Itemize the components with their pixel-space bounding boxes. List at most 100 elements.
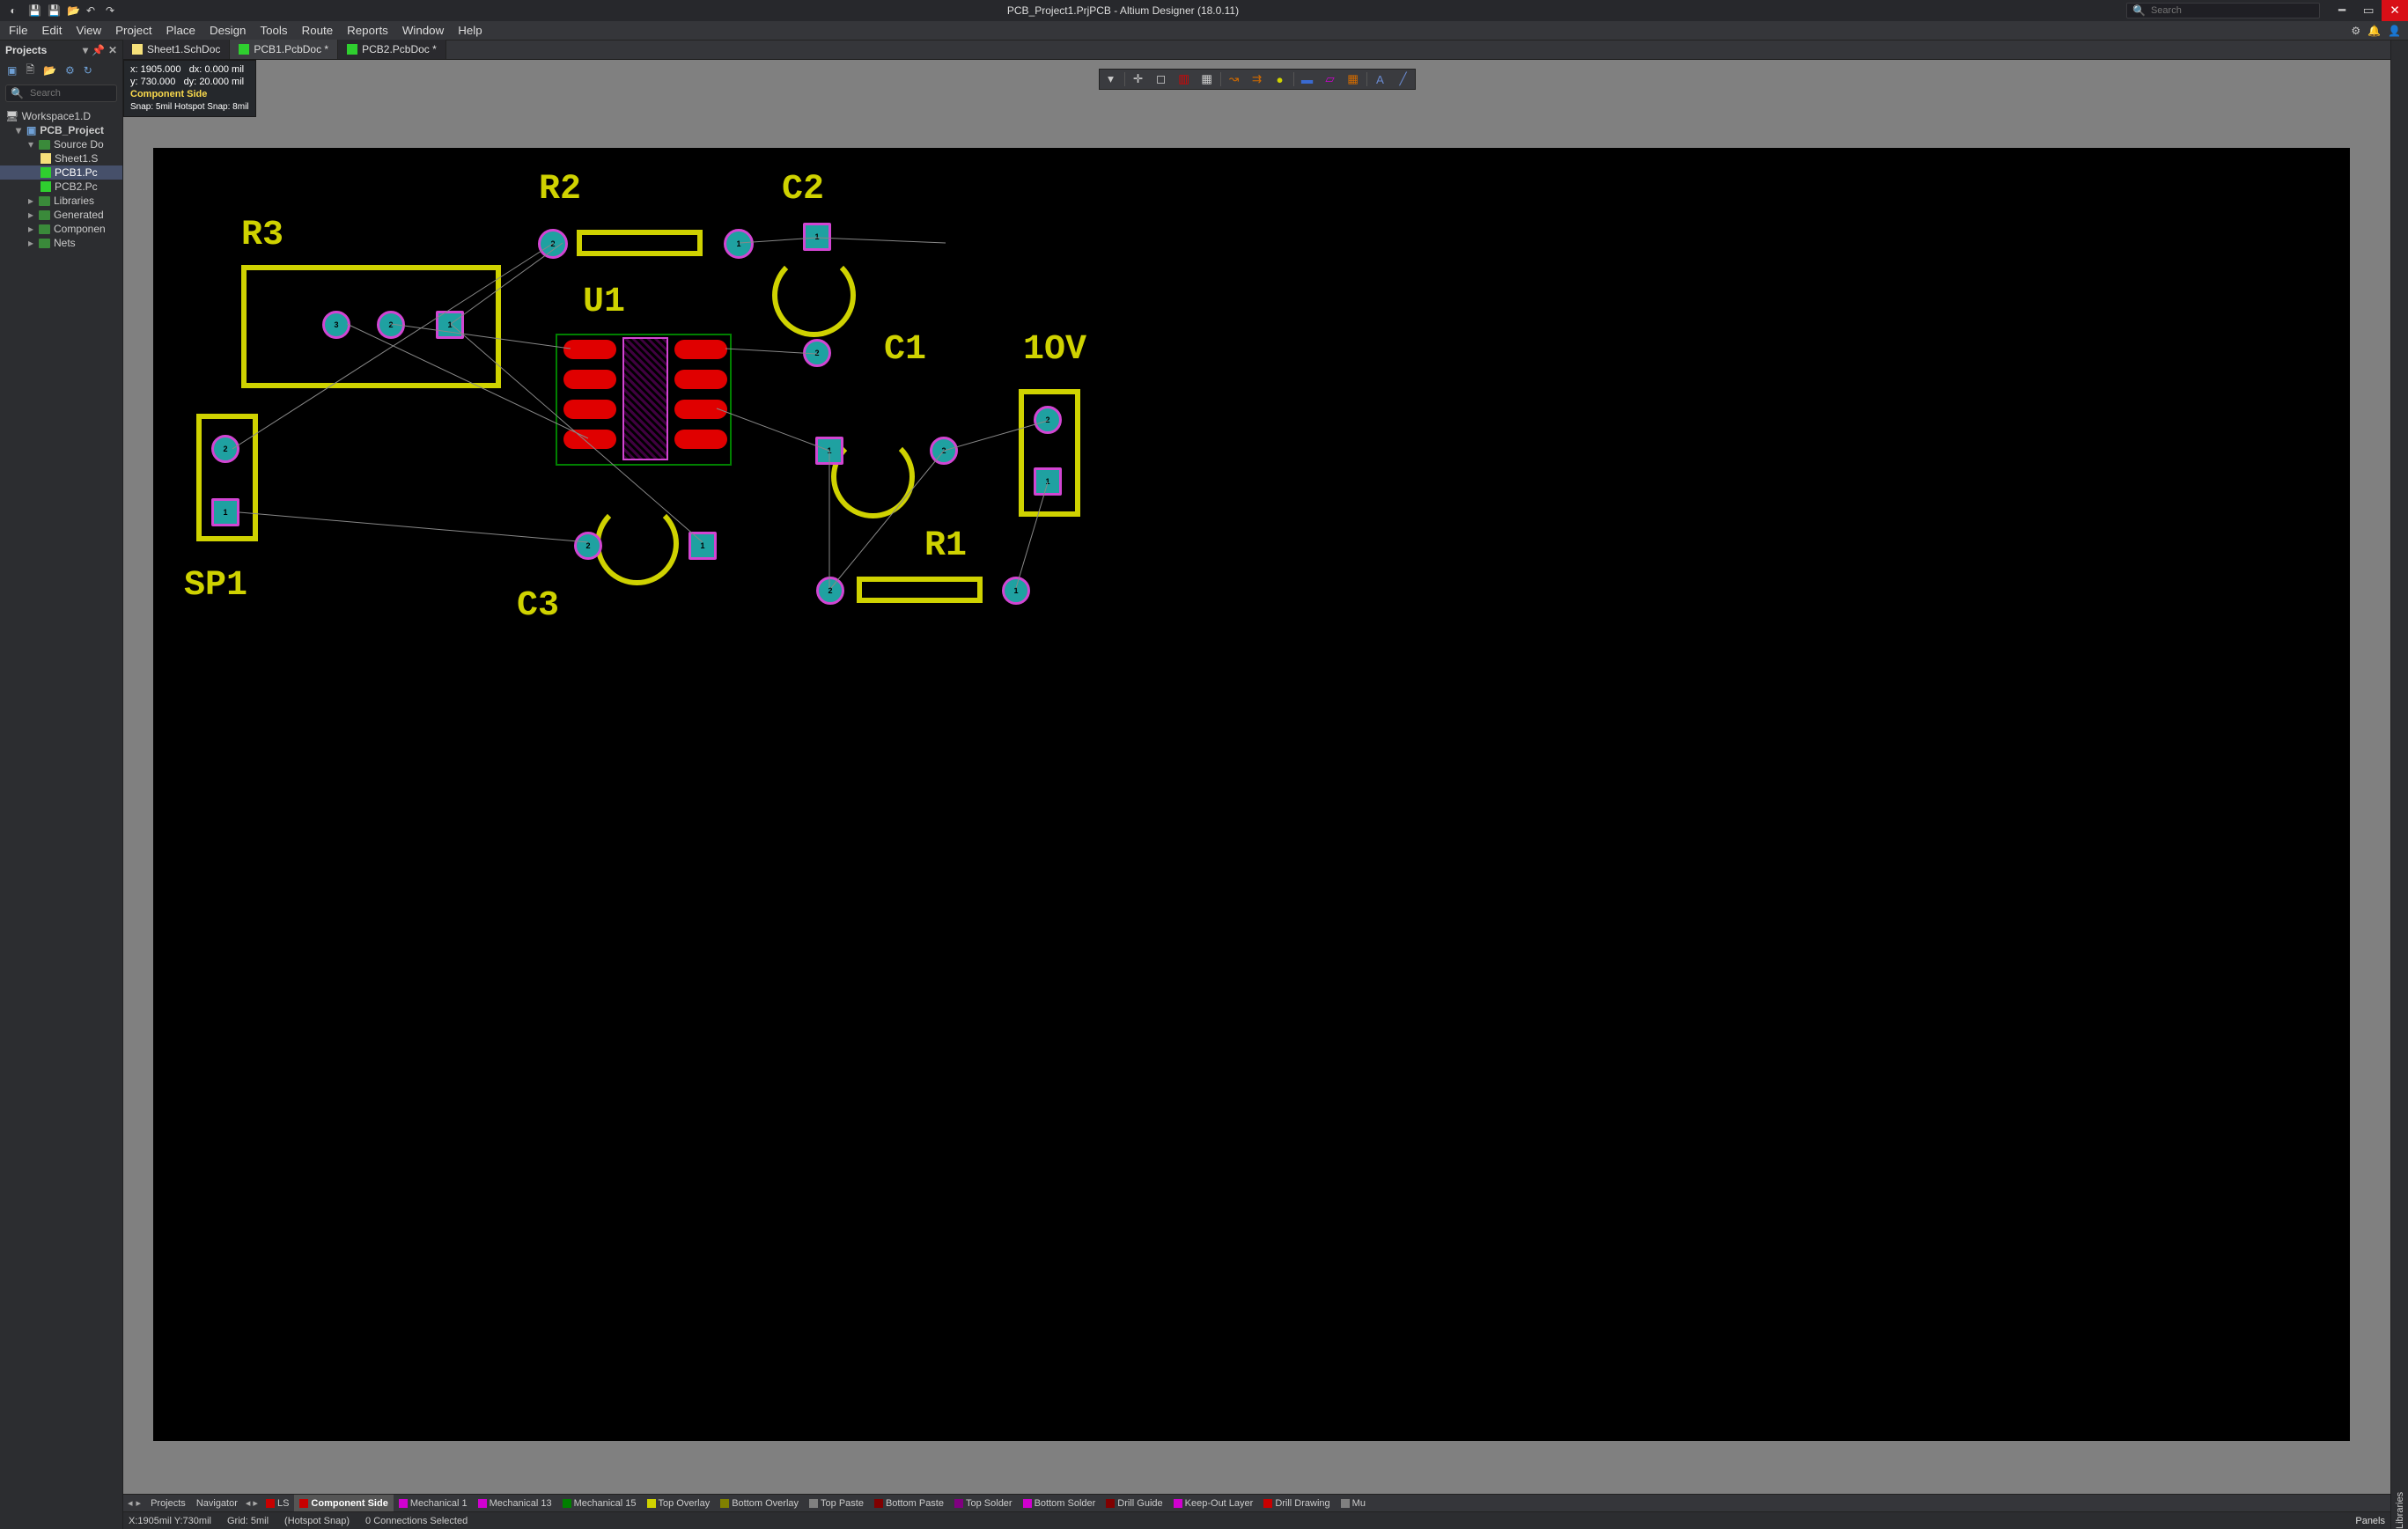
tree-file-pcb2-pc[interactable]: PCB2.Pc [0, 180, 122, 194]
titlebar-search[interactable]: 🔍 [2126, 3, 2320, 18]
tree-source-folder[interactable]: ▾ Source Do [0, 137, 122, 151]
tree-file-sheet1-s[interactable]: Sheet1.S [0, 151, 122, 165]
text-icon[interactable]: A [1369, 69, 1392, 90]
user-icon[interactable]: 👤 [2388, 25, 2401, 37]
maximize-button[interactable]: ▭ [2355, 0, 2382, 21]
settings-icon[interactable]: ⚙ [2351, 25, 2360, 37]
window-title: PCB_Project1.PrjPCB - Altium Designer (1… [123, 4, 2123, 17]
tree-file-pcb1-pc[interactable]: PCB1.Pc [0, 165, 122, 180]
layer-tab-bottom-overlay[interactable]: Bottom Overlay [715, 1495, 804, 1512]
fill-icon[interactable]: ▬ [1296, 69, 1319, 90]
layer-tab-drill-guide[interactable]: Drill Guide [1101, 1495, 1167, 1512]
document-tabstrip: Sheet1.SchDocPCB1.PcbDoc *PCB2.PcbDoc * [123, 40, 2390, 60]
component-icon[interactable]: ▦ [1196, 69, 1219, 90]
selection-icon[interactable]: ◻ [1150, 69, 1173, 90]
libraries-rail-label[interactable]: Libraries [2395, 44, 2405, 1529]
menu-place[interactable]: Place [159, 22, 203, 40]
open-proj-icon[interactable]: 📂 [43, 64, 56, 77]
minimize-button[interactable]: ━ [2329, 0, 2355, 21]
layer-tab-top-overlay[interactable]: Top Overlay [642, 1495, 716, 1512]
undo-button[interactable]: ↶ [81, 1, 100, 20]
pcb-file-icon [239, 44, 249, 55]
layer-tab-bottom-solder[interactable]: Bottom Solder [1018, 1495, 1101, 1512]
compile-icon[interactable]: ▣ [7, 64, 17, 77]
menu-file[interactable]: File [2, 22, 34, 40]
save-all-button[interactable]: 💾 [42, 1, 62, 20]
layer-tab-bottom-paste[interactable]: Bottom Paste [869, 1495, 949, 1512]
menu-route[interactable]: Route [295, 22, 341, 40]
ratsnest [153, 148, 2350, 1441]
status-panels-button[interactable]: Panels [2355, 1516, 2385, 1526]
doc-tab-pcb2-pcbdoc[interactable]: PCB2.PcbDoc * [338, 40, 446, 59]
projects-search[interactable]: 🔍 [5, 85, 117, 102]
editor-area[interactable]: x: 1905.000 dx: 0.000 mil y: 730.000 dy:… [123, 60, 2390, 1494]
layer-tab-mechanical-15[interactable]: Mechanical 15 [557, 1495, 642, 1512]
close-button[interactable]: ✕ [2382, 0, 2408, 21]
line-icon[interactable]: ╱ [1392, 69, 1415, 90]
cursor-icon[interactable]: ✛ [1127, 69, 1150, 90]
layer-tab-mechanical-1[interactable]: Mechanical 1 [394, 1495, 473, 1512]
tree-workspace[interactable]: 🖥 Workspace1.D [0, 109, 122, 123]
projects-panel: Projects ▾ 📌 ✕ ▣ 🗎 📂 ⚙ ↻ 🔍 🖥 Workspace1.… [0, 40, 123, 1529]
open-button[interactable]: 📂 [62, 1, 81, 20]
refresh-icon[interactable]: ↻ [84, 64, 92, 77]
status-grid: Grid: 5mil [227, 1516, 269, 1526]
pcb-canvas[interactable]: R3 R2 C2 U1 C1 1OV SP1 C3 R1 [153, 148, 2350, 1441]
menu-edit[interactable]: Edit [34, 22, 69, 40]
redo-button[interactable]: ↷ [100, 1, 120, 20]
search-icon: 🔍 [2132, 4, 2146, 17]
editor-column: Sheet1.SchDocPCB1.PcbDoc *PCB2.PcbDoc * … [123, 40, 2390, 1529]
panel-menu-icon[interactable]: ▾ [83, 44, 88, 56]
tree-folder-nets[interactable]: ▸ Nets [0, 236, 122, 250]
panel-pin-icon[interactable]: 📌 [92, 44, 105, 56]
notifications-icon[interactable]: 🔔 [2367, 25, 2381, 37]
titlebar-search-input[interactable] [2149, 4, 2308, 17]
menu-items: FileEditViewProjectPlaceDesignToolsRoute… [2, 22, 490, 40]
layerbar-nav-left[interactable]: ◂▸ [123, 1497, 145, 1509]
panel-close-icon[interactable]: ✕ [108, 44, 117, 56]
layer-tab-mu[interactable]: Mu [1336, 1495, 1371, 1512]
libraries-rail[interactable]: Libraries [2390, 40, 2408, 1529]
layer-tab-top-solder[interactable]: Top Solder [949, 1495, 1018, 1512]
track-icon[interactable]: ↝ [1223, 69, 1246, 90]
filter-icon[interactable]: ▾ [1100, 69, 1123, 90]
tree-folder-libraries[interactable]: ▸ Libraries [0, 194, 122, 208]
projects-search-input[interactable] [28, 87, 107, 99]
save-button[interactable]: 💾 [23, 1, 42, 20]
menu-view[interactable]: View [69, 22, 108, 40]
pcb-file-icon [347, 44, 357, 55]
menu-reports[interactable]: Reports [340, 22, 395, 40]
tree-folder-generated[interactable]: ▸ Generated [0, 208, 122, 222]
menu-tools[interactable]: Tools [253, 22, 294, 40]
layer-tab-drill-drawing[interactable]: Drill Drawing [1258, 1495, 1335, 1512]
app-menu-button[interactable]: ◐ [4, 1, 23, 20]
new-file-icon[interactable]: 🗎 [26, 62, 34, 80]
menu-project[interactable]: Project [108, 22, 158, 40]
tree-project[interactable]: ▾▣ PCB_Project [0, 123, 122, 137]
region-icon[interactable]: ▱ [1319, 69, 1342, 90]
search-icon: 🔍 [11, 87, 24, 99]
menu-design[interactable]: Design [203, 22, 254, 40]
layer-tab-component-side[interactable]: Component Side [294, 1495, 393, 1512]
hud-layer: Component Side [130, 89, 207, 99]
via-icon[interactable]: ● [1269, 69, 1292, 90]
align-icon[interactable]: ▥ [1173, 69, 1196, 90]
panel-tab-navigator[interactable]: Navigator [191, 1495, 243, 1512]
quick-access-toolbar: ◐ 💾 💾 📂 ↶ ↷ [4, 1, 120, 20]
doc-tab-sheet1-schdoc[interactable]: Sheet1.SchDoc [123, 40, 230, 59]
panel-tab-projects[interactable]: Projects [145, 1495, 191, 1512]
polygon-icon[interactable]: ▦ [1342, 69, 1365, 90]
layer-tab-keep-out-layer[interactable]: Keep-Out Layer [1168, 1495, 1259, 1512]
projects-tree: 🖥 Workspace1.D ▾▣ PCB_Project ▾ Source D… [0, 106, 122, 254]
doc-tab-pcb1-pcbdoc[interactable]: PCB1.PcbDoc * [230, 40, 338, 59]
diff-pair-icon[interactable]: ⇉ [1246, 69, 1269, 90]
layerbar-nav-mid[interactable]: ◂▸ [243, 1495, 261, 1512]
layer-tab-ls[interactable]: LS [261, 1495, 294, 1512]
layer-tab-top-paste[interactable]: Top Paste [804, 1495, 869, 1512]
menu-window[interactable]: Window [395, 22, 451, 40]
layer-tab-mechanical-13[interactable]: Mechanical 13 [473, 1495, 557, 1512]
options-icon[interactable]: ⚙ [65, 64, 75, 77]
projects-toolbar: ▣ 🗎 📂 ⚙ ↻ [0, 60, 122, 81]
tree-folder-componen[interactable]: ▸ Componen [0, 222, 122, 236]
menu-help[interactable]: Help [451, 22, 489, 40]
